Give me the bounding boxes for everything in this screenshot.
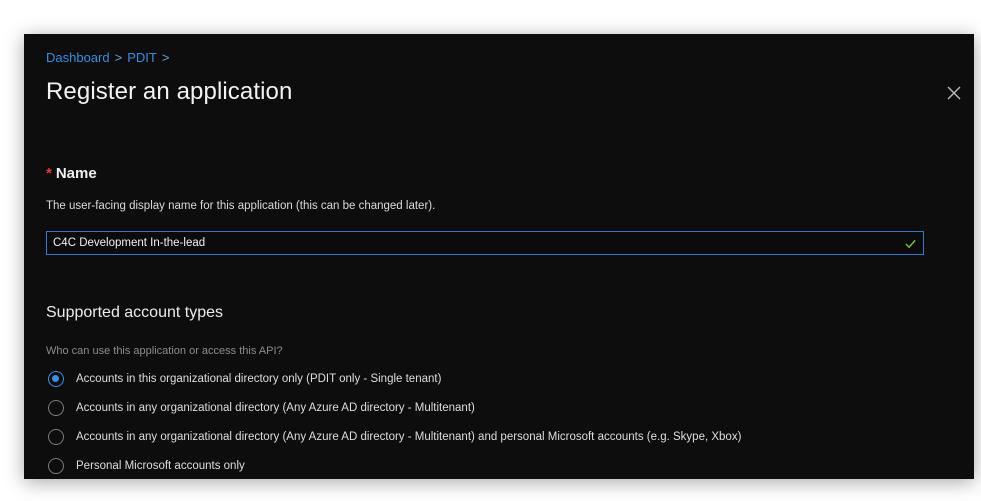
required-asterisk: * [46, 165, 52, 182]
breadcrumb: Dashboard > PDIT > [46, 50, 174, 65]
register-app-panel: Dashboard > PDIT > Register an application … [24, 34, 974, 479]
name-input[interactable] [53, 232, 893, 254]
radio-button[interactable] [48, 400, 64, 416]
account-type-option-personal-only[interactable]: Personal Microsoft accounts only [48, 456, 245, 476]
breadcrumb-separator: > [161, 50, 170, 65]
breadcrumb-pdit-link[interactable]: PDIT [127, 50, 157, 65]
name-label-text: Name [55, 165, 97, 182]
account-types-question: Who can use this application or access t… [46, 345, 283, 357]
name-input-box[interactable] [46, 231, 924, 255]
account-type-option-label: Accounts in any organizational directory… [76, 431, 742, 443]
account-type-option-single-tenant[interactable]: Accounts in this organizational director… [48, 369, 441, 389]
account-type-option-label: Accounts in this organizational director… [76, 373, 442, 385]
radio-button[interactable] [48, 458, 64, 474]
radio-button[interactable] [48, 429, 64, 445]
account-type-option-label: Accounts in any organizational directory… [76, 402, 475, 414]
radio-button-selected[interactable] [48, 371, 64, 387]
checkmark-icon [905, 239, 916, 249]
account-type-option-multitenant[interactable]: Accounts in any organizational directory… [48, 398, 475, 418]
account-type-option-multitenant-personal[interactable]: Accounts in any organizational directory… [48, 427, 741, 447]
breadcrumb-separator: > [114, 50, 123, 65]
close-icon[interactable] [946, 85, 962, 101]
name-field-description: The user-facing display name for this ap… [46, 200, 436, 212]
breadcrumb-dashboard-link[interactable]: Dashboard [46, 50, 110, 65]
account-type-option-label: Personal Microsoft accounts only [76, 460, 245, 472]
page-title: Register an application [46, 78, 293, 105]
account-types-heading: Supported account types [46, 304, 224, 321]
name-field-label: * Name [46, 165, 97, 182]
